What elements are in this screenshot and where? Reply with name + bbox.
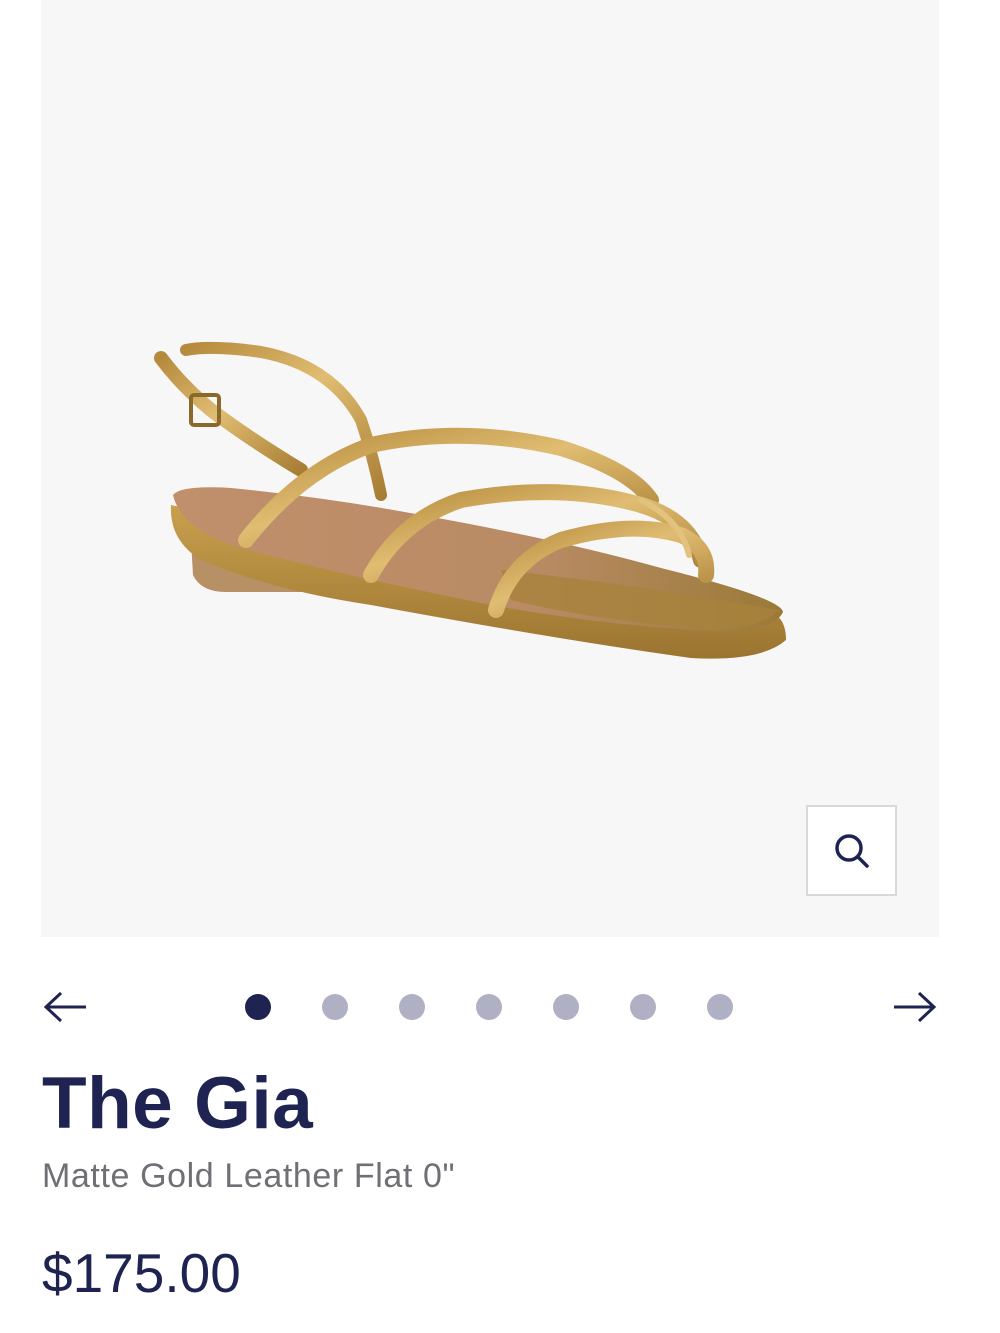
arrow-right-icon xyxy=(894,991,937,1023)
product-subtitle: Matte Gold Leather Flat 0" xyxy=(42,1157,456,1195)
carousel-dot-4[interactable] xyxy=(476,994,502,1020)
product-title: The Gia xyxy=(42,1063,314,1144)
carousel-dot-3[interactable] xyxy=(399,994,425,1020)
next-image-button[interactable] xyxy=(889,980,939,1034)
search-icon xyxy=(834,833,869,868)
product-price: $175.00 xyxy=(42,1242,241,1304)
carousel-dot-2[interactable] xyxy=(322,994,348,1020)
product-page: The Gia Matte Gold Leather Flat 0" $175.… xyxy=(0,0,1000,1333)
product-image xyxy=(154,341,787,659)
carousel-dots xyxy=(245,994,733,1020)
carousel-dot-6[interactable] xyxy=(630,994,656,1020)
carousel-dot-7[interactable] xyxy=(707,994,733,1020)
arrow-left-icon xyxy=(43,991,86,1023)
carousel-dot-5[interactable] xyxy=(553,994,579,1020)
previous-image-button[interactable] xyxy=(41,980,91,1034)
carousel-dot-1[interactable] xyxy=(245,994,271,1020)
carousel-nav xyxy=(41,980,939,1034)
product-gallery[interactable] xyxy=(41,0,939,937)
zoom-button[interactable] xyxy=(806,805,897,896)
